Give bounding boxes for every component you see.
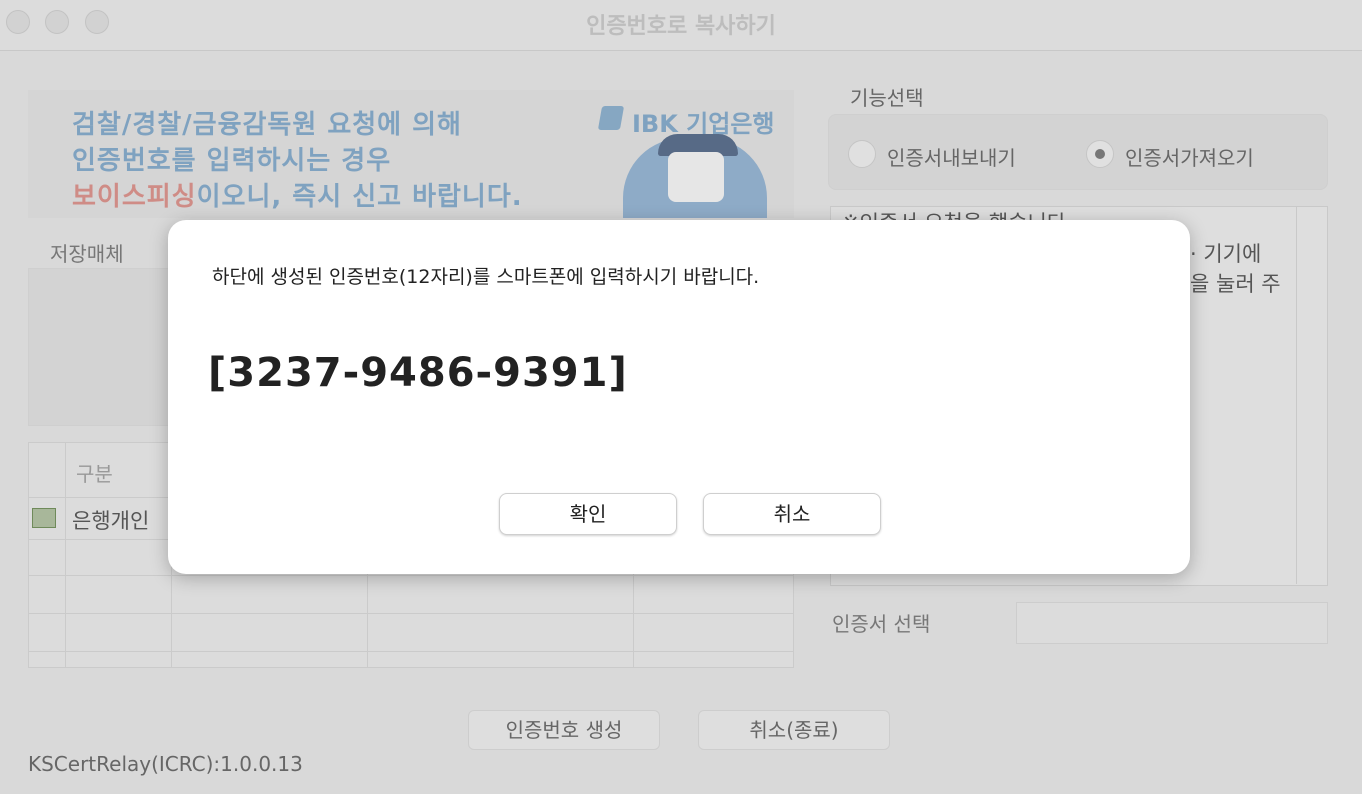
radio-export[interactable]: [848, 140, 876, 168]
radio-import-label[interactable]: 인증서가져오기: [1125, 142, 1254, 171]
voice-phishing-banner: 검찰/경찰/금융감독원 요청에 의해 인증번호를 입력하시는 경우 보이스피싱이…: [28, 90, 794, 218]
cancel-exit-button[interactable]: 취소(종료): [698, 710, 890, 750]
table-row-bank-personal[interactable]: 은행개인: [72, 505, 149, 535]
cert-icon: [32, 508, 56, 528]
dialog-message: 하단에 생성된 인증번호(12자리)를 스마트폰에 입력하시기 바랍니다.: [212, 266, 760, 288]
ibk-logo-icon: [597, 106, 625, 130]
window-title: 인증번호로 복사하기: [586, 14, 776, 39]
radio-export-label[interactable]: 인증서내보내기: [887, 142, 1016, 171]
notice-scrollbar[interactable]: [1296, 207, 1297, 584]
banner-warning-word: 보이스피싱: [72, 182, 197, 212]
cert-select-label: 인증서 선택: [832, 612, 931, 636]
generate-code-button[interactable]: 인증번호 생성: [468, 710, 660, 750]
version-label: KSCertRelay(ICRC):1.0.0.13: [28, 752, 303, 776]
storage-list[interactable]: [28, 268, 180, 426]
storage-label: 저장매체: [50, 242, 124, 266]
banner-line-1: 검찰/경찰/금융감독원 요청에 의해: [72, 110, 462, 140]
auth-code-dialog: 하단에 생성된 인증번호(12자리)를 스마트폰에 입력하시기 바랍니다. [3…: [168, 220, 1190, 574]
function-select-label: 기능선택: [850, 86, 924, 110]
notice-line-2: · 기기에: [1190, 242, 1262, 266]
cert-select-field[interactable]: [1016, 602, 1328, 644]
radio-import-selected-dot: [1095, 149, 1105, 159]
banner-line-3-rest: 이오니, 즉시 신고 바랍니다.: [196, 182, 523, 212]
notice-line-3: 을 눌러 주: [1190, 272, 1281, 296]
cancel-button[interactable]: 취소: [703, 493, 881, 535]
ok-button[interactable]: 확인: [499, 493, 677, 535]
auth-code: [3237-9486-9391]: [208, 350, 628, 396]
banner-line-2: 인증번호를 입력하시는 경우: [72, 146, 392, 176]
table-header-type: 구분: [76, 462, 113, 486]
mascot-face: [668, 152, 724, 202]
banner-line-3: 보이스피싱이오니, 즉시 신고 바랍니다.: [72, 176, 523, 213]
